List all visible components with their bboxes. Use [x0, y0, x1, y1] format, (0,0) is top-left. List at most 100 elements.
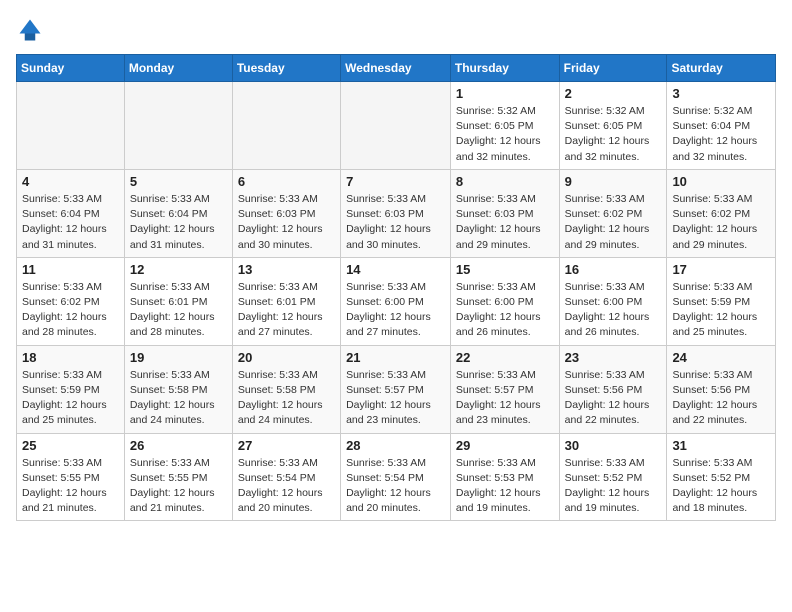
day-info: Sunrise: 5:33 AMSunset: 5:54 PMDaylight:… [346, 456, 445, 517]
calendar-cell: 29 Sunrise: 5:33 AMSunset: 5:53 PMDayligh… [450, 433, 559, 521]
calendar-cell: 28 Sunrise: 5:33 AMSunset: 5:54 PMDayligh… [341, 433, 451, 521]
day-number: 17 [672, 262, 770, 277]
calendar-cell: 23 Sunrise: 5:33 AMSunset: 5:56 PMDayligh… [559, 345, 667, 433]
column-header-saturday: Saturday [667, 55, 776, 82]
calendar-cell: 10 Sunrise: 5:33 AMSunset: 6:02 PMDayligh… [667, 169, 776, 257]
column-header-thursday: Thursday [450, 55, 559, 82]
calendar-cell: 18Sunrise: 5:33 AMSunset: 5:59 PMDayligh… [17, 345, 125, 433]
calendar-cell: 17 Sunrise: 5:33 AMSunset: 5:59 PMDayligh… [667, 257, 776, 345]
day-number: 16 [565, 262, 662, 277]
calendar-cell: 19 Sunrise: 5:33 AMSunset: 5:58 PMDayligh… [124, 345, 232, 433]
day-number: 3 [672, 86, 770, 101]
day-number: 20 [238, 350, 335, 365]
day-number: 28 [346, 438, 445, 453]
day-info: Sunrise: 5:33 AMSunset: 5:54 PMDaylight:… [238, 456, 335, 517]
calendar-cell: 2 Sunrise: 5:32 AMSunset: 6:05 PMDaylight… [559, 82, 667, 170]
calendar-cell: 13Sunrise: 5:33 AMSunset: 6:01 PMDayligh… [232, 257, 340, 345]
calendar-cell: 7 Sunrise: 5:33 AMSunset: 6:03 PMDaylight… [341, 169, 451, 257]
day-number: 19 [130, 350, 227, 365]
day-number: 22 [456, 350, 554, 365]
calendar-cell: 12 Sunrise: 5:33 AMSunset: 6:01 PMDayligh… [124, 257, 232, 345]
calendar-cell: 16 Sunrise: 5:33 AMSunset: 6:00 PMDayligh… [559, 257, 667, 345]
column-header-friday: Friday [559, 55, 667, 82]
calendar-week-1: 1Sunrise: 5:32 AMSunset: 6:05 PMDaylight… [17, 82, 776, 170]
day-info: Sunrise: 5:33 AMSunset: 5:55 PMDaylight:… [22, 456, 119, 517]
day-number: 31 [672, 438, 770, 453]
calendar-cell: 8Sunrise: 5:33 AMSunset: 6:03 PMDaylight… [450, 169, 559, 257]
day-info: Sunrise: 5:33 AMSunset: 5:52 PMDaylight:… [672, 456, 770, 517]
calendar-cell: 4Sunrise: 5:33 AMSunset: 6:04 PMDaylight… [17, 169, 125, 257]
day-info: Sunrise: 5:33 AMSunset: 6:02 PMDaylight:… [22, 280, 119, 341]
day-info: Sunrise: 5:33 AMSunset: 6:00 PMDaylight:… [456, 280, 554, 341]
calendar-cell: 21 Sunrise: 5:33 AMSunset: 5:57 PMDayligh… [341, 345, 451, 433]
calendar-cell: 14Sunrise: 5:33 AMSunset: 6:00 PMDayligh… [341, 257, 451, 345]
day-info: Sunrise: 5:32 AMSunset: 6:04 PMDaylight:… [672, 104, 770, 165]
day-number: 26 [130, 438, 227, 453]
day-number: 8 [456, 174, 554, 189]
day-number: 25 [22, 438, 119, 453]
calendar-cell [124, 82, 232, 170]
day-info: Sunrise: 5:33 AMSunset: 5:58 PMDaylight:… [238, 368, 335, 429]
calendar-cell: 20 Sunrise: 5:33 AMSunset: 5:58 PMDayligh… [232, 345, 340, 433]
day-info: Sunrise: 5:33 AMSunset: 6:03 PMDaylight:… [238, 192, 335, 253]
column-header-tuesday: Tuesday [232, 55, 340, 82]
page-header [16, 16, 776, 44]
column-header-monday: Monday [124, 55, 232, 82]
calendar-cell: 1Sunrise: 5:32 AMSunset: 6:05 PMDaylight… [450, 82, 559, 170]
day-info: Sunrise: 5:33 AMSunset: 5:53 PMDaylight:… [456, 456, 554, 517]
day-info: Sunrise: 5:33 AMSunset: 5:56 PMDaylight:… [672, 368, 770, 429]
day-info: Sunrise: 5:33 AMSunset: 5:59 PMDaylight:… [672, 280, 770, 341]
day-number: 6 [238, 174, 335, 189]
day-info: Sunrise: 5:33 AMSunset: 6:00 PMDaylight:… [565, 280, 662, 341]
day-number: 15 [456, 262, 554, 277]
day-number: 24 [672, 350, 770, 365]
column-header-wednesday: Wednesday [341, 55, 451, 82]
calendar-cell: 24 Sunrise: 5:33 AMSunset: 5:56 PMDayligh… [667, 345, 776, 433]
calendar-week-5: 25 Sunrise: 5:33 AMSunset: 5:55 PMDayligh… [17, 433, 776, 521]
day-info: Sunrise: 5:33 AMSunset: 6:01 PMDaylight:… [130, 280, 227, 341]
day-info: Sunrise: 5:33 AMSunset: 6:03 PMDaylight:… [346, 192, 445, 253]
day-info: Sunrise: 5:32 AMSunset: 6:05 PMDaylight:… [565, 104, 662, 165]
day-number: 2 [565, 86, 662, 101]
day-number: 21 [346, 350, 445, 365]
day-number: 10 [672, 174, 770, 189]
day-number: 4 [22, 174, 119, 189]
day-number: 7 [346, 174, 445, 189]
day-number: 14 [346, 262, 445, 277]
day-number: 13 [238, 262, 335, 277]
calendar-cell: 3 Sunrise: 5:32 AMSunset: 6:04 PMDaylight… [667, 82, 776, 170]
calendar-week-4: 18Sunrise: 5:33 AMSunset: 5:59 PMDayligh… [17, 345, 776, 433]
day-number: 29 [456, 438, 554, 453]
calendar-cell: 5Sunrise: 5:33 AMSunset: 6:04 PMDaylight… [124, 169, 232, 257]
day-info: Sunrise: 5:33 AMSunset: 5:57 PMDaylight:… [456, 368, 554, 429]
calendar-cell [341, 82, 451, 170]
day-info: Sunrise: 5:33 AMSunset: 5:56 PMDaylight:… [565, 368, 662, 429]
calendar-cell [17, 82, 125, 170]
calendar-cell: 9 Sunrise: 5:33 AMSunset: 6:02 PMDaylight… [559, 169, 667, 257]
calendar-cell: 30Sunrise: 5:33 AMSunset: 5:52 PMDayligh… [559, 433, 667, 521]
day-info: Sunrise: 5:33 AMSunset: 6:02 PMDaylight:… [565, 192, 662, 253]
day-number: 18 [22, 350, 119, 365]
day-info: Sunrise: 5:33 AMSunset: 5:55 PMDaylight:… [130, 456, 227, 517]
day-info: Sunrise: 5:33 AMSunset: 5:57 PMDaylight:… [346, 368, 445, 429]
day-number: 30 [565, 438, 662, 453]
day-info: Sunrise: 5:32 AMSunset: 6:05 PMDaylight:… [456, 104, 554, 165]
calendar-table: SundayMondayTuesdayWednesdayThursdayFrid… [16, 54, 776, 521]
day-number: 5 [130, 174, 227, 189]
calendar-cell: 25 Sunrise: 5:33 AMSunset: 5:55 PMDayligh… [17, 433, 125, 521]
calendar-cell: 26 Sunrise: 5:33 AMSunset: 5:55 PMDayligh… [124, 433, 232, 521]
calendar-cell: 11 Sunrise: 5:33 AMSunset: 6:02 PMDayligh… [17, 257, 125, 345]
day-number: 23 [565, 350, 662, 365]
day-info: Sunrise: 5:33 AMSunset: 6:02 PMDaylight:… [672, 192, 770, 253]
day-info: Sunrise: 5:33 AMSunset: 5:58 PMDaylight:… [130, 368, 227, 429]
calendar-cell: 22 Sunrise: 5:33 AMSunset: 5:57 PMDayligh… [450, 345, 559, 433]
column-header-sunday: Sunday [17, 55, 125, 82]
logo [16, 16, 48, 44]
calendar-cell: 31 Sunrise: 5:33 AMSunset: 5:52 PMDayligh… [667, 433, 776, 521]
calendar-cell: 27Sunrise: 5:33 AMSunset: 5:54 PMDayligh… [232, 433, 340, 521]
calendar-header-row: SundayMondayTuesdayWednesdayThursdayFrid… [17, 55, 776, 82]
calendar-cell: 6 Sunrise: 5:33 AMSunset: 6:03 PMDaylight… [232, 169, 340, 257]
day-number: 11 [22, 262, 119, 277]
day-number: 12 [130, 262, 227, 277]
day-number: 9 [565, 174, 662, 189]
